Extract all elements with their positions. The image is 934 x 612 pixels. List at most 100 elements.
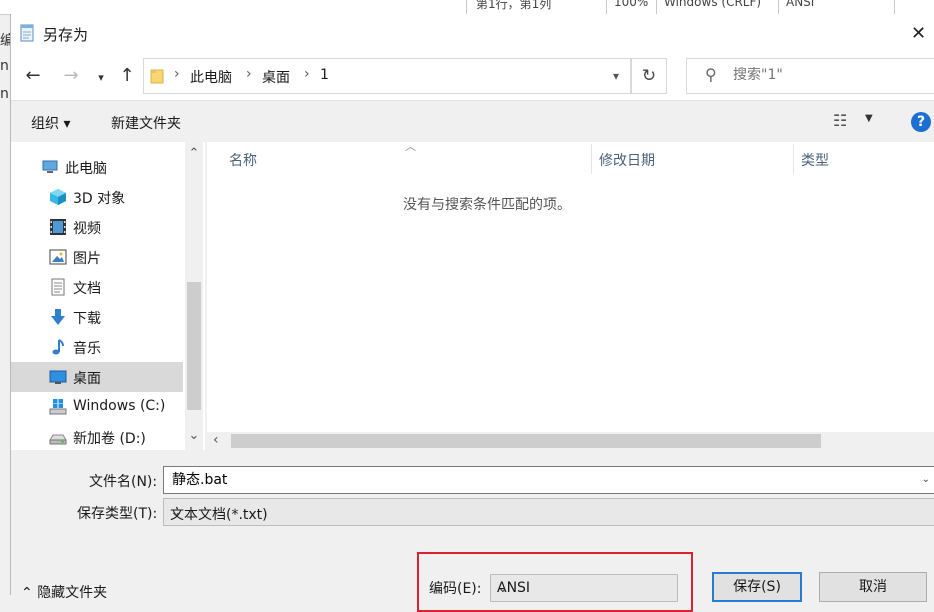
desktop-icon [49,370,67,384]
nav-item-music[interactable]: 音乐 [11,332,183,362]
nav-item-label: 视频 [73,221,101,237]
navigation-bar: ← → ▾ ↑ › 此电脑 › 桌面 › 1 ▾ ↻ ⚲ [11,54,934,100]
search-input[interactable] [731,66,934,84]
status-line-ending: Windows (CRLF) [664,0,762,9]
filename-input[interactable] [170,470,914,488]
status-separator [778,0,779,14]
breadcrumb-desktop[interactable]: 桌面 [262,67,290,87]
encoding-select[interactable]: ANSI ⌄ [490,574,678,602]
column-separator[interactable] [793,144,794,174]
column-header-modified[interactable]: 修改日期 [599,150,655,170]
status-separator [606,0,607,14]
status-separator [894,0,895,14]
nav-item-label: 图片 [73,251,101,267]
view-options-icon[interactable]: ☷ [833,111,847,130]
back-arrow-icon[interactable]: ← [21,64,45,88]
nav-item-label: 新加卷 (D:) [73,431,146,447]
drive-icon [49,434,67,445]
nav-item-pictures[interactable]: 图片 [11,242,183,272]
file-list-horizontal-scrollbar[interactable]: ‹ [207,432,934,450]
background-text-fragment: n [0,58,9,74]
nav-item-documents[interactable]: 文档 [11,272,183,302]
status-separator [656,0,657,14]
filename-combobox[interactable]: ⌄ [163,466,934,494]
nav-item-this-pc[interactable]: 此电脑 [11,152,183,182]
background-window-edge: 编 n n [0,14,14,104]
folder-icon [150,69,164,84]
cancel-button[interactable]: 取消 [819,572,927,602]
nav-pane-scrollbar[interactable]: ⌃ ⌄ [185,142,203,450]
background-text-fragment: n [0,86,9,102]
scroll-up-chevron-icon[interactable]: ⌃ [187,146,201,161]
nav-item-label: 文档 [73,281,101,297]
scroll-down-chevron-icon[interactable]: ⌄ [187,428,201,443]
forward-arrow-icon[interactable]: → [59,64,83,88]
encoding-dropdown-chevron-icon[interactable]: ⌄ [497,580,673,596]
up-arrow-icon[interactable]: ↑ [115,64,139,88]
address-bar[interactable]: › 此电脑 › 桌面 › 1 [143,58,631,94]
hide-folders-label: 隐藏文件夹 [37,585,108,601]
status-zoom: 100% [614,0,649,9]
background-status-bar: 第1行，第1列 100% Windows (CRLF) ANSI [0,0,934,15]
save-as-dialog: 另存为 ✕ ← → ▾ ↑ › 此电脑 › 桌面 › 1 ▾ ↻ ⚲ 组织 ▾ … [10,14,934,612]
nav-item-desktop[interactable]: 桌面 [11,362,183,392]
help-button[interactable]: ? [911,112,931,132]
nav-item-new-volume-d[interactable]: 新加卷 (D:) [11,422,183,452]
search-icon: ⚲ [705,65,717,84]
nav-item-windows-c[interactable]: Windows (C:) [11,392,183,422]
organize-button[interactable]: 组织 ▾ [31,113,70,133]
scrollbar-thumb[interactable] [231,434,821,448]
nav-item-label: 此电脑 [65,161,107,177]
navigation-pane: 此电脑 3D 对象 视频 图片 文档 下载 音乐 桌面 Windows (C:)… [11,142,205,450]
chevron-right-icon[interactable]: › [174,66,180,82]
close-button[interactable]: ✕ [911,20,934,48]
download-arrow-icon [51,309,65,325]
filetype-dropdown-chevron-icon[interactable]: ⌄ [170,504,930,520]
encoding-label: 编码(E): [429,581,482,597]
filetype-label: 保存类型(T): [77,506,158,522]
scrollbar-thumb[interactable] [187,282,201,410]
nav-item-videos[interactable]: 视频 [11,212,183,242]
search-box[interactable]: ⚲ [686,58,934,94]
status-encoding: ANSI [786,0,815,9]
dialog-title: 另存为 [43,26,89,44]
breadcrumb-this-pc[interactable]: 此电脑 [190,67,232,87]
music-note-icon [52,339,64,355]
sort-ascending-icon: ︿ [405,140,416,153]
save-form-panel: 文件名(N): ⌄ 保存类型(T): 文本文档(*.txt) ⌄ ⌃ 隐藏文件夹… [11,450,934,612]
recent-locations-chevron-icon[interactable]: ▾ [93,66,109,90]
picture-icon [49,249,67,265]
column-header-name[interactable]: 名称 [229,150,257,170]
refresh-icon[interactable]: ↻ [631,58,667,94]
document-icon [51,278,65,296]
cube-icon [50,189,66,205]
chevron-right-icon[interactable]: › [304,66,310,82]
computer-icon [42,160,58,173]
save-button[interactable]: 保存(S) [712,572,802,602]
column-separator[interactable] [591,144,592,174]
column-header-type[interactable]: 类型 [801,150,829,170]
hide-folders-toggle[interactable]: ⌃ 隐藏文件夹 [21,582,107,602]
windows-drive-icon [49,399,67,415]
scroll-left-chevron-icon[interactable]: ‹ [213,432,219,448]
address-dropdown-chevron-icon[interactable]: ▾ [601,58,631,94]
chevron-right-icon[interactable]: › [246,66,252,82]
nav-item-label: 音乐 [73,341,101,357]
new-folder-button[interactable]: 新建文件夹 [111,113,181,133]
nav-item-label: 下载 [73,311,101,327]
nav-item-3d-objects[interactable]: 3D 对象 [11,182,183,212]
file-list: ︿ 名称 修改日期 类型 没有与搜索条件匹配的项。 ‹ [207,140,934,450]
notepad-icon [20,24,34,42]
chevron-up-icon: ⌃ [21,585,38,601]
breadcrumb-folder-1[interactable]: 1 [320,67,329,83]
filename-label: 文件名(N): [89,474,158,490]
nav-item-label: 3D 对象 [73,191,126,207]
view-dropdown-chevron-icon[interactable]: ▼ [865,113,873,124]
filetype-select[interactable]: 文本文档(*.txt) ⌄ [163,498,934,526]
command-toolbar: 组织 ▾ 新建文件夹 ☷ ▼ ? [11,100,934,143]
empty-state-message: 没有与搜索条件匹配的项。 [403,197,571,213]
nav-item-downloads[interactable]: 下载 [11,302,183,332]
title-bar[interactable]: 另存为 ✕ [11,14,934,54]
filename-dropdown-chevron-icon[interactable]: ⌄ [922,474,930,485]
video-icon [50,219,66,235]
